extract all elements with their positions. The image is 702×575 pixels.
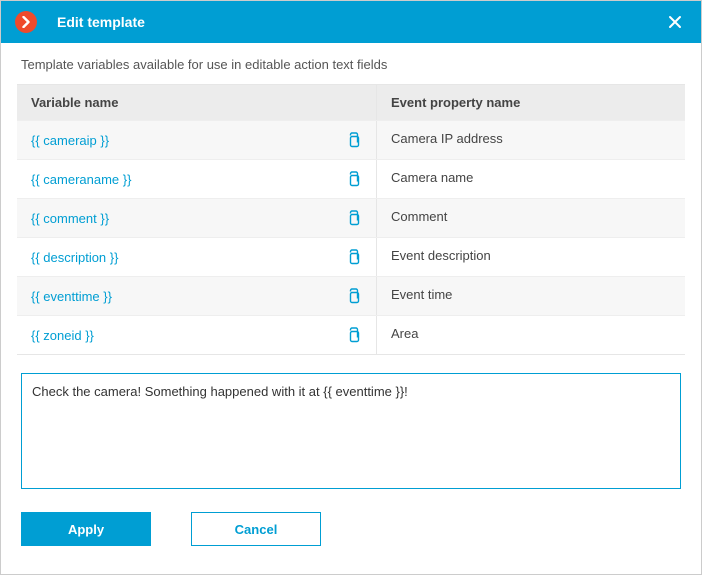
table-row: {{ eventtime }} Event time <box>17 276 685 315</box>
edit-template-dialog: Edit template Template variables availab… <box>0 0 702 575</box>
property-cell: Camera IP address <box>377 121 685 159</box>
variable-cell: {{ description }} <box>17 238 377 276</box>
property-cell: Event time <box>377 277 685 315</box>
property-cell: Camera name <box>377 160 685 198</box>
variable-code: {{ zoneid }} <box>31 328 94 343</box>
titlebar: Edit template <box>1 1 701 43</box>
close-button[interactable] <box>663 10 687 34</box>
variable-code: {{ comment }} <box>31 211 109 226</box>
variable-cell: {{ zoneid }} <box>17 316 377 354</box>
table-row: {{ comment }} Comment <box>17 198 685 237</box>
property-cell: Event description <box>377 238 685 276</box>
variable-cell: {{ cameraname }} <box>17 160 377 198</box>
property-cell: Area <box>377 316 685 354</box>
copy-icon[interactable] <box>344 248 362 266</box>
dialog-title: Edit template <box>57 14 663 30</box>
variable-cell: {{ eventtime }} <box>17 277 377 315</box>
table-row: {{ description }} Event description <box>17 237 685 276</box>
dialog-content: Template variables available for use in … <box>1 43 701 574</box>
header-variable-name: Variable name <box>17 85 377 120</box>
table-header: Variable name Event property name <box>17 85 685 120</box>
copy-icon[interactable] <box>344 209 362 227</box>
copy-icon[interactable] <box>344 287 362 305</box>
variables-table: Variable name Event property name {{ cam… <box>17 84 685 355</box>
copy-icon[interactable] <box>344 326 362 344</box>
chevron-right-icon <box>15 11 37 33</box>
table-row: {{ cameraname }} Camera name <box>17 159 685 198</box>
property-cell: Comment <box>377 199 685 237</box>
header-property-name: Event property name <box>377 85 685 120</box>
table-row: {{ zoneid }} Area <box>17 315 685 354</box>
cancel-button[interactable]: Cancel <box>191 512 321 546</box>
table-row: {{ cameraip }} Camera IP address <box>17 120 685 159</box>
variable-code: {{ description }} <box>31 250 118 265</box>
template-editor[interactable]: Check the camera! Something happened wit… <box>21 373 681 489</box>
variable-cell: {{ cameraip }} <box>17 121 377 159</box>
variable-code: {{ cameraip }} <box>31 133 109 148</box>
copy-icon[interactable] <box>344 170 362 188</box>
variable-code: {{ cameraname }} <box>31 172 131 187</box>
description-text: Template variables available for use in … <box>17 57 685 72</box>
variable-cell: {{ comment }} <box>17 199 377 237</box>
template-editor-wrap: Check the camera! Something happened wit… <box>17 373 685 492</box>
variable-code: {{ eventtime }} <box>31 289 112 304</box>
apply-button[interactable]: Apply <box>21 512 151 546</box>
copy-icon[interactable] <box>344 131 362 149</box>
button-row: Apply Cancel <box>17 492 685 552</box>
